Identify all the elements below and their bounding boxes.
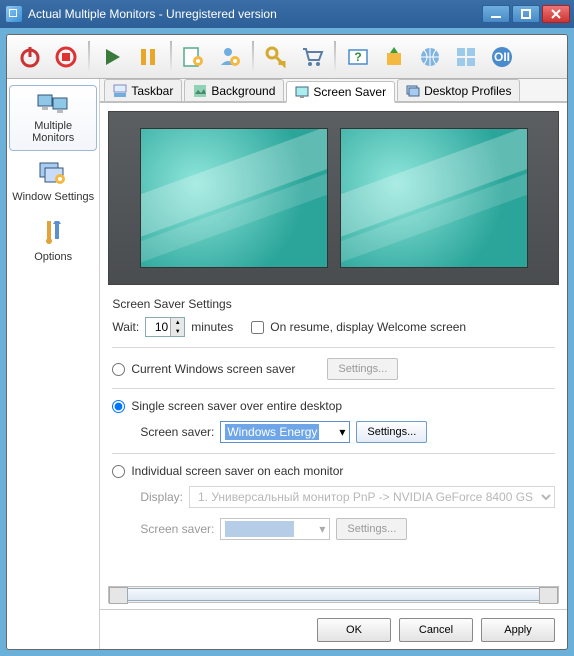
radio-individual-label: Individual screen saver on each monitor xyxy=(131,464,343,478)
wait-label: Wait: xyxy=(112,320,139,334)
monitor-preview-1 xyxy=(140,128,328,268)
wait-spinner[interactable]: ▲ ▼ xyxy=(145,317,185,337)
tab-label: Background xyxy=(211,84,275,98)
divider xyxy=(112,388,555,389)
stop-icon[interactable] xyxy=(49,40,83,74)
wait-unit: minutes xyxy=(191,320,233,334)
file-gear-icon[interactable] xyxy=(177,40,211,74)
cart-icon[interactable] xyxy=(295,40,329,74)
user-gear-icon[interactable] xyxy=(213,40,247,74)
tools-icon xyxy=(41,219,65,247)
help-icon[interactable]: ? xyxy=(341,40,375,74)
sidebar-item-label: Options xyxy=(34,251,72,263)
window-title: Actual Multiple Monitors - Unregistered … xyxy=(28,7,277,21)
single-settings-button[interactable]: Settings... xyxy=(356,421,427,443)
tab-label: Screen Saver xyxy=(313,85,386,99)
individual-display-label: Display: xyxy=(140,490,183,504)
cancel-button[interactable]: Cancel xyxy=(399,618,473,642)
main-toolbar: ? OII xyxy=(7,35,567,79)
ok-button[interactable]: OK xyxy=(317,618,391,642)
radio-current-windows[interactable] xyxy=(112,363,125,376)
apply-button[interactable]: Apply xyxy=(481,618,555,642)
radio-individual-screensaver[interactable] xyxy=(112,465,125,478)
play-icon[interactable] xyxy=(95,40,129,74)
spinner-down[interactable]: ▼ xyxy=(170,327,184,336)
screensaver-icon xyxy=(295,85,309,99)
screensaver-preview xyxy=(108,111,559,285)
divider xyxy=(112,453,555,454)
sidebar-item-label: Multiple Monitors xyxy=(12,120,94,144)
sidebar: Multiple Monitors Window Settings Option… xyxy=(7,79,100,649)
radio-current-label: Current Windows screen saver xyxy=(131,362,295,376)
monitors-icon xyxy=(37,92,69,116)
single-screensaver-value: Windows Energy xyxy=(225,424,319,440)
tab-label: Taskbar xyxy=(131,84,173,98)
svg-text:?: ? xyxy=(354,50,361,64)
taskbar-icon xyxy=(113,84,127,98)
chevron-down-icon: ▾ xyxy=(339,425,345,439)
tiles-icon[interactable] xyxy=(449,40,483,74)
section-title: Screen Saver Settings xyxy=(112,297,555,311)
spinner-up[interactable]: ▲ xyxy=(170,318,184,327)
horizontal-scrollbar[interactable] xyxy=(108,586,559,603)
individual-screensaver-select[interactable]: (None) ▾ xyxy=(220,518,330,540)
resume-checkbox[interactable] xyxy=(251,321,264,334)
tab-label: Desktop Profiles xyxy=(424,84,511,98)
sidebar-item-window-settings[interactable]: Window Settings xyxy=(7,153,99,211)
background-icon xyxy=(193,84,207,98)
sidebar-item-multiple-monitors[interactable]: Multiple Monitors xyxy=(9,85,97,151)
individual-screensaver-value: (None) xyxy=(225,521,294,537)
tab-background[interactable]: Background xyxy=(184,79,284,101)
resume-checkbox-label: On resume, display Welcome screen xyxy=(270,320,466,334)
update-icon[interactable] xyxy=(377,40,411,74)
app-icon xyxy=(6,6,22,22)
current-settings-button[interactable]: Settings... xyxy=(327,358,398,380)
radio-single-screensaver[interactable] xyxy=(112,400,125,413)
power-icon[interactable] xyxy=(13,40,47,74)
single-screensaver-select[interactable]: Windows Energy ▾ xyxy=(220,421,350,443)
sidebar-item-label: Window Settings xyxy=(12,191,94,203)
individual-settings-button[interactable]: Settings... xyxy=(336,518,407,540)
windows-gear-icon xyxy=(38,161,68,187)
pause-icon[interactable] xyxy=(131,40,165,74)
minimize-button[interactable] xyxy=(482,5,510,23)
wait-input[interactable] xyxy=(146,318,170,336)
individual-display-select[interactable]: 1. Универсальный монитор PnP -> NVIDIA G… xyxy=(189,486,555,508)
svg-text:OII: OII xyxy=(494,50,510,64)
dialog-footer: OK Cancel Apply xyxy=(100,609,567,649)
maximize-button[interactable] xyxy=(512,5,540,23)
title-bar: Actual Multiple Monitors - Unregistered … xyxy=(0,0,574,28)
tab-desktop-profiles[interactable]: Desktop Profiles xyxy=(397,79,520,101)
key-icon[interactable] xyxy=(259,40,293,74)
single-screensaver-label: Screen saver: xyxy=(140,425,214,439)
close-button[interactable] xyxy=(542,5,570,23)
chevron-down-icon: ▾ xyxy=(319,522,325,536)
web-icon[interactable] xyxy=(413,40,447,74)
profiles-icon xyxy=(406,84,420,98)
tab-taskbar[interactable]: Taskbar xyxy=(104,79,182,101)
tab-content: Screen Saver Settings Wait: ▲ ▼ minutes xyxy=(100,103,567,584)
tab-screen-saver[interactable]: Screen Saver xyxy=(286,81,395,103)
tabstrip: Taskbar Background Screen Saver Desktop … xyxy=(100,79,567,103)
divider xyxy=(112,347,555,348)
monitor-preview-2 xyxy=(340,128,528,268)
sidebar-item-options[interactable]: Options xyxy=(7,211,99,271)
radio-single-label: Single screen saver over entire desktop xyxy=(131,399,342,413)
globe-icon[interactable]: OII xyxy=(485,40,519,74)
individual-screensaver-label: Screen saver: xyxy=(140,522,214,536)
